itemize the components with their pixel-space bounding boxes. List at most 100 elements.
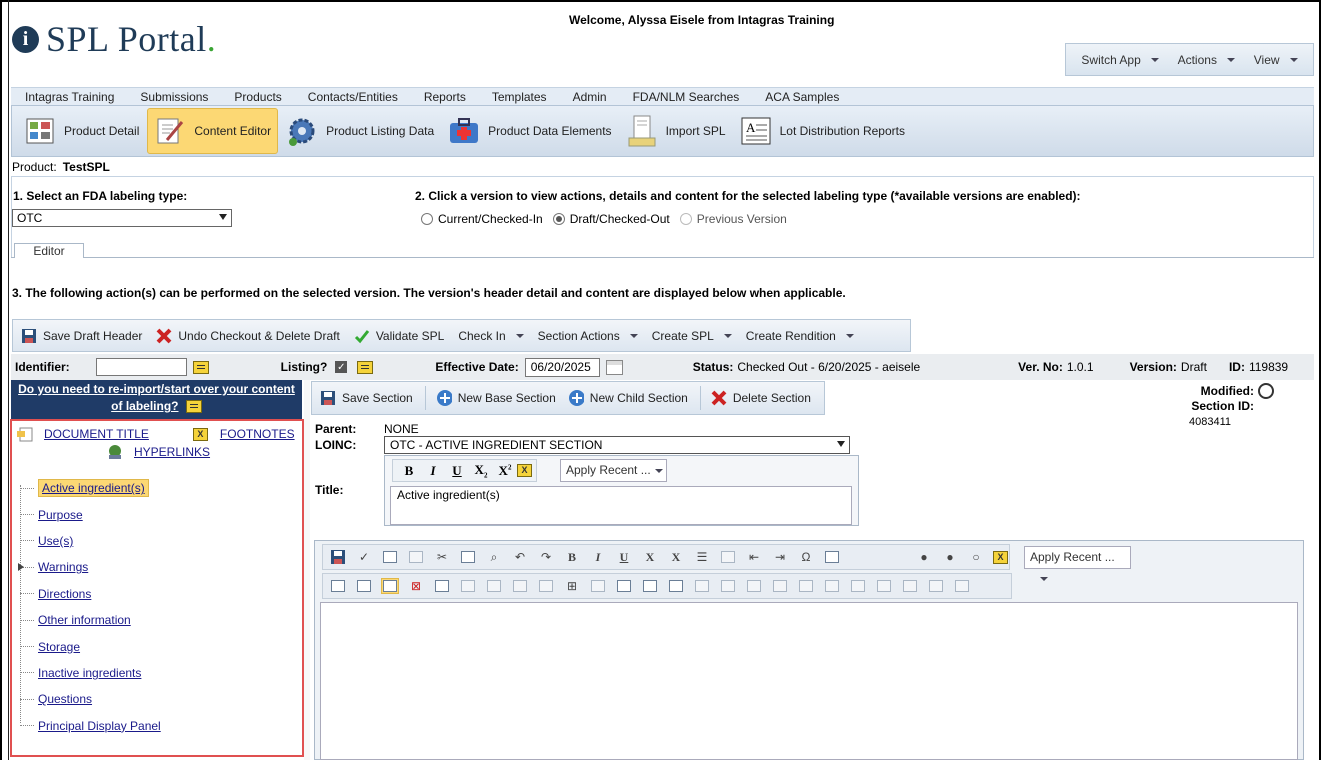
special-x-icon[interactable]: X — [517, 464, 532, 477]
row-icon[interactable] — [615, 578, 633, 594]
column-icon[interactable] — [719, 578, 737, 594]
menu-templates[interactable]: Templates — [492, 90, 547, 104]
menu-products[interactable]: Products — [234, 90, 281, 104]
subscript-icon[interactable]: X2 — [469, 462, 493, 480]
subscript-icon[interactable]: X — [641, 549, 659, 565]
switch-app-menu[interactable]: Switch App — [1081, 53, 1159, 67]
radio-draft[interactable]: Draft/Checked-Out — [552, 212, 670, 226]
validate-spl-button[interactable]: Validate SPL — [354, 328, 444, 344]
tab-editor[interactable]: Editor — [14, 243, 84, 258]
product-detail-button[interactable]: Product Detail — [18, 108, 145, 154]
cut-row-icon[interactable] — [823, 578, 841, 594]
title-input[interactable]: Active ingredient(s) — [390, 486, 852, 525]
cell-icon[interactable] — [589, 578, 607, 594]
undo-icon[interactable]: ↶ — [511, 549, 529, 565]
new-child-section-button[interactable]: New Child Section — [568, 390, 688, 406]
cut-icon[interactable]: ✂ — [433, 549, 451, 565]
title-apply-recent-select[interactable]: Apply Recent ... — [560, 459, 667, 482]
editor-apply-recent-select[interactable]: Apply Recent ... — [1024, 546, 1131, 581]
outdent-icon[interactable]: ⇤ — [745, 549, 763, 565]
bold-icon[interactable]: B — [563, 549, 581, 565]
find-icon[interactable]: ⌕ — [485, 549, 503, 565]
tree-item-principal-display-panel[interactable]: Principal Display Panel — [20, 713, 161, 739]
save-icon[interactable] — [329, 549, 347, 565]
content-edit-area[interactable] — [320, 602, 1298, 760]
print-icon[interactable] — [381, 549, 399, 565]
menu-intagras-training[interactable]: Intagras Training — [25, 90, 114, 104]
new-base-section-button[interactable]: New Base Section — [436, 390, 556, 406]
row-icon[interactable] — [875, 578, 893, 594]
cell-edit-icon[interactable] — [433, 578, 451, 594]
menu-admin[interactable]: Admin — [573, 90, 607, 104]
cell-icon[interactable] — [459, 578, 477, 594]
content-editor-button[interactable]: Content Editor — [147, 108, 279, 154]
unlink-icon[interactable]: ○ — [967, 549, 985, 565]
cell-icon[interactable] — [511, 578, 529, 594]
panel-splitter[interactable] — [304, 380, 310, 760]
check-in-menu[interactable]: Check In — [458, 329, 524, 343]
column-icon[interactable] — [797, 578, 815, 594]
italic-icon[interactable]: I — [421, 463, 445, 479]
hyperlinks-link[interactable]: HYPERLINKS — [134, 445, 210, 459]
eraser-icon[interactable] — [719, 549, 737, 565]
effective-date-input[interactable]: 06/20/2025 — [524, 357, 600, 377]
document-title-link[interactable]: DOCUMENT TITLE — [44, 427, 149, 441]
row-icon[interactable] — [641, 578, 659, 594]
tree-item-active-ingredients[interactable]: Active ingredient(s) — [20, 475, 161, 501]
redo-icon[interactable]: ↷ — [537, 549, 555, 565]
menu-aca-samples[interactable]: ACA Samples — [765, 90, 839, 104]
underline-icon[interactable]: U — [445, 463, 469, 479]
tree-item-directions[interactable]: Directions — [20, 581, 161, 607]
clock-icon[interactable] — [1258, 383, 1274, 399]
import-spl-button[interactable]: Import SPL — [620, 108, 732, 154]
grid-icon[interactable]: ⊞ — [563, 578, 581, 594]
tree-item-uses[interactable]: Use(s) — [20, 528, 161, 554]
column-icon[interactable] — [745, 578, 763, 594]
menu-submissions[interactable]: Submissions — [140, 90, 208, 104]
paste-icon[interactable] — [459, 549, 477, 565]
listing-checkbox[interactable]: ✓ — [335, 361, 348, 373]
menu-contacts-entities[interactable]: Contacts/Entities — [308, 90, 398, 104]
note-icon[interactable] — [357, 360, 374, 374]
omega-icon[interactable]: Ω — [797, 549, 815, 565]
table-icon[interactable] — [329, 578, 347, 594]
create-spl-menu[interactable]: Create SPL — [652, 329, 732, 343]
cell-icon[interactable] — [485, 578, 503, 594]
calendar-icon[interactable] — [605, 359, 623, 375]
image-icon[interactable] — [823, 549, 841, 565]
link-add-icon[interactable]: ● — [915, 549, 933, 565]
note-icon[interactable] — [192, 360, 209, 374]
special-x-icon[interactable]: X — [993, 550, 1008, 564]
row-icon[interactable] — [901, 578, 919, 594]
menu-reports[interactable]: Reports — [424, 90, 466, 104]
menu-fda-nlm-searches[interactable]: FDA/NLM Searches — [633, 90, 740, 104]
tree-item-purpose[interactable]: Purpose — [20, 501, 161, 527]
bold-icon[interactable]: B — [397, 463, 421, 479]
tree-item-storage[interactable]: Storage — [20, 633, 161, 659]
section-actions-menu[interactable]: Section Actions — [538, 329, 638, 343]
spellcheck-icon[interactable]: ✓ — [355, 549, 373, 565]
copy-icon[interactable] — [407, 549, 425, 565]
note-icon[interactable] — [185, 400, 202, 414]
view-menu[interactable]: View — [1254, 53, 1298, 67]
hyperlink-icon[interactable]: ● — [941, 549, 959, 565]
labeling-type-select[interactable]: OTC — [12, 209, 232, 227]
create-rendition-menu[interactable]: Create Rendition — [746, 329, 854, 343]
table-properties-icon[interactable] — [381, 578, 399, 594]
radio-current[interactable]: Current/Checked-In — [421, 212, 543, 226]
footnotes-link[interactable]: FOOTNOTES — [220, 427, 295, 441]
row-icon[interactable] — [927, 578, 945, 594]
save-draft-header-button[interactable]: Save Draft Header — [21, 328, 142, 344]
tree-item-questions[interactable]: Questions — [20, 686, 161, 712]
superscript-icon[interactable]: X — [667, 549, 685, 565]
reimport-link-line2[interactable]: of labeling? — [111, 399, 178, 413]
expand-arrow-icon[interactable] — [18, 563, 24, 572]
row-icon[interactable] — [953, 578, 971, 594]
delete-table-icon[interactable]: ⊠ — [407, 578, 425, 594]
tree-item-other-information[interactable]: Other information — [20, 607, 161, 633]
delete-section-button[interactable]: Delete Section — [711, 390, 811, 406]
actions-menu[interactable]: Actions — [1178, 53, 1235, 67]
undo-checkout-button[interactable]: Undo Checkout & Delete Draft — [156, 328, 340, 344]
identifier-input[interactable] — [95, 358, 187, 376]
indent-icon[interactable]: ⇥ — [771, 549, 789, 565]
